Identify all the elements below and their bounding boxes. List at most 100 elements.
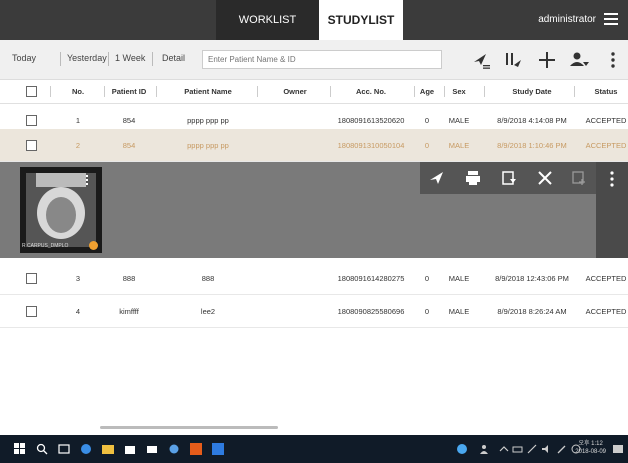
select-all-checkbox[interactable] xyxy=(26,86,37,97)
table-row[interactable]: 3 888 888 1808091614280275 0 MALE 8/9/20… xyxy=(0,262,628,295)
taskbar: 오후 1:12 2018-08-09 xyxy=(0,435,628,463)
row-checkbox[interactable] xyxy=(26,306,37,317)
tools-icon[interactable] xyxy=(536,169,554,187)
clock-time: 오후 1:12 xyxy=(578,441,603,447)
row-checkbox[interactable] xyxy=(26,273,37,284)
row-checkbox[interactable] xyxy=(26,115,37,126)
mail-icon[interactable] xyxy=(146,443,158,455)
print-icon[interactable] xyxy=(464,169,482,187)
tab-studylist[interactable]: STUDYLIST xyxy=(319,0,403,40)
hamburger-menu-icon[interactable] xyxy=(604,13,618,25)
add-image-icon[interactable] xyxy=(570,169,588,187)
table-row[interactable]: 4 kimffff lee2 1808090825580696 0 MALE 8… xyxy=(0,295,628,328)
cell-sex: MALE xyxy=(448,141,470,150)
xray-image xyxy=(20,167,102,253)
col-study-date[interactable]: Study Date xyxy=(490,87,574,96)
cell-sex: MALE xyxy=(448,116,470,125)
filter-yesterday-button[interactable]: Yesterday xyxy=(67,53,107,63)
tab-worklist[interactable]: WORKLIST xyxy=(216,0,319,40)
cell-acc-no: 1808091310050104 xyxy=(337,141,405,150)
more-vertical-icon[interactable] xyxy=(603,170,621,188)
office-icon[interactable] xyxy=(190,443,202,455)
table-row-selected[interactable]: 2 854 pppp ppp pp 1808091310050104 0 MAL… xyxy=(0,129,628,162)
people-icon[interactable] xyxy=(478,443,490,455)
col-status[interactable]: Status xyxy=(584,87,628,96)
divider xyxy=(152,52,153,66)
user-filter-icon[interactable] xyxy=(568,50,590,70)
cell-age: 0 xyxy=(424,274,430,283)
clock-date: 2018-08-09 xyxy=(575,449,606,455)
cell-acc-no: 1808091614280275 xyxy=(337,274,405,283)
detail-more-panel xyxy=(596,162,628,258)
cell-status: ACCEPTED xyxy=(585,274,627,283)
cell-no: 1 xyxy=(75,116,81,125)
cell-patient-id: 854 xyxy=(122,116,136,125)
filter-bar: Today Yesterday 1 Week Detail xyxy=(0,40,628,80)
xray-thumbnail[interactable]: R CARPUS_DMPLO xyxy=(20,167,102,253)
cell-patient-name: 888 xyxy=(201,274,215,283)
cell-age: 0 xyxy=(424,141,430,150)
search-input[interactable] xyxy=(202,50,442,69)
store-icon[interactable] xyxy=(124,443,136,455)
divider xyxy=(330,86,331,97)
filter-today-button[interactable]: Today xyxy=(12,53,36,63)
cell-no: 2 xyxy=(75,141,81,150)
col-sex[interactable]: Sex xyxy=(444,87,474,96)
cell-status: ACCEPTED xyxy=(585,307,627,316)
col-patient-name[interactable]: Patient Name xyxy=(168,87,248,96)
divider xyxy=(156,86,157,97)
search-icon[interactable] xyxy=(36,443,48,455)
divider xyxy=(574,86,575,97)
cell-patient-name: pppp ppp pp xyxy=(187,141,229,150)
chevron-up-icon[interactable] xyxy=(498,443,510,455)
hp-icon[interactable] xyxy=(212,443,224,455)
divider xyxy=(257,86,258,97)
col-acc-no[interactable]: Acc. No. xyxy=(336,87,406,96)
thumbnail-label: R CARPUS_DMPLO xyxy=(22,243,69,249)
horizontal-scrollbar[interactable] xyxy=(100,426,278,429)
col-owner[interactable]: Owner xyxy=(270,87,320,96)
pen-icon[interactable] xyxy=(556,443,568,455)
checkmark-icon xyxy=(89,241,98,250)
file-explorer-icon[interactable] xyxy=(102,443,114,455)
cell-patient-id: kimffff xyxy=(119,307,139,316)
cell-age: 0 xyxy=(424,307,430,316)
filter-detail-button[interactable]: Detail xyxy=(162,53,185,63)
cell-patient-name: lee2 xyxy=(200,307,216,316)
study-detail-panel: R CARPUS_DMPLO xyxy=(0,162,628,258)
send-icon[interactable] xyxy=(428,169,446,187)
col-no[interactable]: No. xyxy=(58,87,98,96)
table-header: No. Patient ID Patient Name Owner Acc. N… xyxy=(0,80,628,104)
divider xyxy=(50,86,51,97)
divider xyxy=(60,52,61,66)
filter-1week-button[interactable]: 1 Week xyxy=(115,53,145,63)
cell-patient-id: 854 xyxy=(122,141,136,150)
volume-icon[interactable] xyxy=(540,443,552,455)
col-patient-id[interactable]: Patient ID xyxy=(104,87,154,96)
task-view-icon[interactable] xyxy=(58,443,70,455)
row-checkbox[interactable] xyxy=(26,140,37,151)
cell-acc-no: 1808091613520620 xyxy=(337,116,405,125)
taskbar-clock[interactable]: 오후 1:12 2018-08-09 xyxy=(575,440,606,456)
more-vertical-icon[interactable] xyxy=(602,50,624,70)
windows-start-icon[interactable] xyxy=(14,443,26,455)
divider xyxy=(108,52,109,66)
send-icon[interactable] xyxy=(470,50,492,70)
notification-app-icon[interactable] xyxy=(456,443,468,455)
add-icon[interactable] xyxy=(536,50,558,70)
cell-age: 0 xyxy=(424,116,430,125)
user-name: administrator xyxy=(538,14,596,25)
export-icon[interactable] xyxy=(500,169,518,187)
cell-study-date: 8/9/2018 8:26:24 AM xyxy=(497,307,567,316)
app-icon[interactable] xyxy=(168,443,180,455)
col-age[interactable]: Age xyxy=(414,87,440,96)
action-center-icon[interactable] xyxy=(612,443,624,455)
pause-send-icon[interactable] xyxy=(502,50,524,70)
battery-icon[interactable] xyxy=(512,443,524,455)
cell-study-date: 8/9/2018 4:14:08 PM xyxy=(497,116,567,125)
edge-icon[interactable] xyxy=(80,443,92,455)
network-icon[interactable] xyxy=(526,443,538,455)
cell-acc-no: 1808090825580696 xyxy=(337,307,405,316)
cell-study-date: 8/9/2018 12:43:06 PM xyxy=(495,274,569,283)
cell-no: 4 xyxy=(75,307,81,316)
